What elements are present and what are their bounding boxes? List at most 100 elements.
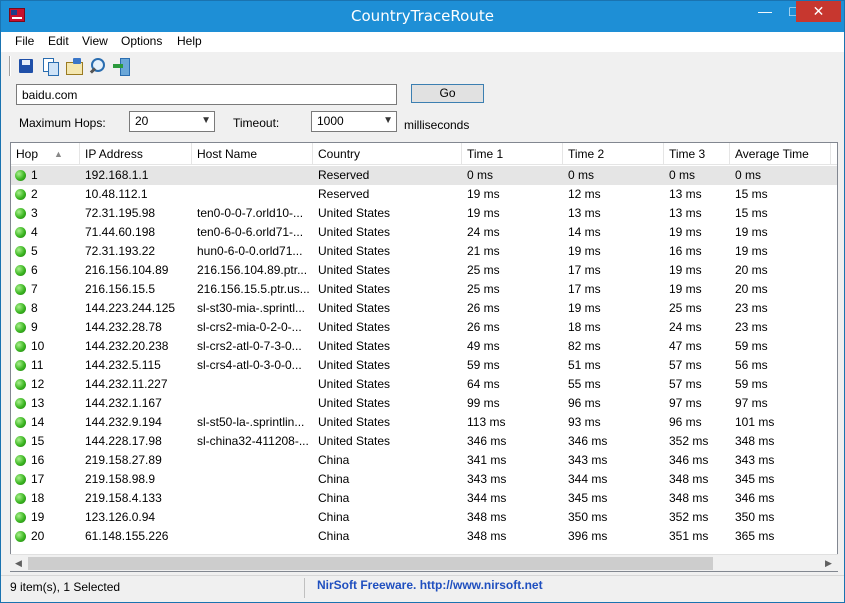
column-header-time3[interactable]: Time 3 [664,143,730,165]
menu-view[interactable]: View [82,34,108,48]
cell-average-time: 59 ms [735,339,768,353]
cell-host-name: ten0-0-0-7.orld10-... [197,206,304,220]
cell-ip-address: 144.223.244.125 [85,301,176,315]
cell-time-3: 346 ms [669,453,709,467]
cell-time-3: 96 ms [669,415,702,429]
cell-ip-address: 144.228.17.98 [85,434,162,448]
cell-hop-number: 10 [31,339,45,353]
cell-hop-number: 7 [31,282,38,296]
close-button[interactable]: ✕ [796,1,841,22]
table-row[interactable]: 10 144.232.20.238 sl-crs2-atl-0-7-3-0... Un… [11,337,837,356]
nirsoft-link[interactable]: NirSoft Freeware. http://www.nirsoft.net [317,578,543,592]
horizontal-scrollbar[interactable]: ◀ ▶ [10,554,838,571]
cell-time-2: 17 ms [568,282,601,296]
cell-time-2: 12 ms [568,187,601,201]
app-window: CountryTraceRoute — □ ✕ File Edit View O… [0,0,845,603]
column-header-time2[interactable]: Time 2 [563,143,664,165]
cell-country: United States [318,396,391,410]
cell-hop-number: 8 [31,301,38,315]
max-hops-select[interactable]: 20 ▼ [129,111,215,132]
cell-time-2: 396 ms [568,529,608,543]
cell-country: United States [318,377,391,391]
cell-host-name [192,185,313,204]
table-row[interactable]: 14 144.232.9.194 sl-st50-la-.sprintlin... U… [11,413,837,432]
cell-time-2: 343 ms [568,453,608,467]
exit-icon[interactable] [112,57,130,76]
timeout-select[interactable]: 1000 ▼ [311,111,397,132]
cell-host-name [192,451,313,470]
menu-edit[interactable]: Edit [48,34,69,48]
column-header-overflow[interactable] [831,143,837,165]
cell-country: China [318,510,350,524]
menu-file[interactable]: File [15,34,34,48]
scroll-right-icon[interactable]: ▶ [820,555,837,572]
cell-ip-address: 144.232.9.194 [85,415,162,429]
cell-average-time: 345 ms [735,472,775,486]
cell-time-1: 26 ms [467,301,500,315]
cell-country: United States [318,415,391,429]
cell-ip-address: 61.148.155.226 [85,529,169,543]
find-icon[interactable] [88,57,106,75]
hops-list[interactable]: Hop ▲ IP Address Host Name Country Time … [10,142,838,572]
cell-country: United States [318,320,391,334]
column-header-country[interactable]: Country [313,143,462,165]
table-row[interactable]: 16 219.158.27.89 China 341 ms 343 ms 346 ms 34… [11,451,837,470]
column-header-ip[interactable]: IP Address [80,143,192,165]
cell-average-time: 19 ms [735,225,768,239]
table-row[interactable]: 15 144.228.17.98 sl-china32-411208-... Unit… [11,432,837,451]
column-header-hostname[interactable]: Host Name [192,143,313,165]
menu-help[interactable]: Help [177,34,202,48]
table-row[interactable]: 3 72.31.195.98 ten0-0-0-7.orld10-... United… [11,204,837,223]
cell-country: United States [318,263,391,277]
cell-host-name [192,508,313,527]
cell-average-time: 56 ms [735,358,768,372]
cell-time-1: 24 ms [467,225,500,239]
table-row[interactable]: 13 144.232.1.167 United States 99 ms 96 ms 97… [11,394,837,413]
cell-time-2: 345 ms [568,491,608,505]
table-row[interactable]: 2 10.48.112.1 Reserved 19 ms 12 ms 13 ms 15 ms [11,185,837,204]
cell-ip-address: 216.156.104.89 [85,263,169,277]
go-button[interactable]: Go [411,84,484,103]
menu-options[interactable]: Options [121,34,162,48]
table-row[interactable]: 1 192.168.1.1 Reserved 0 ms 0 ms 0 ms 0 ms [11,166,837,185]
table-row[interactable]: 9 144.232.28.78 sl-crs2-mia-0-2-0-... Unite… [11,318,837,337]
cell-country: United States [318,206,391,220]
scroll-left-icon[interactable]: ◀ [10,555,27,572]
cell-time-2: 350 ms [568,510,608,524]
cell-time-3: 348 ms [669,472,709,486]
column-header-average[interactable]: Average Time [730,143,831,165]
cell-country: China [318,529,350,543]
cell-time-1: 113 ms [467,415,506,429]
table-row[interactable]: 18 219.158.4.133 China 344 ms 345 ms 348 ms 34… [11,489,837,508]
table-row[interactable]: 20 61.148.155.226 China 348 ms 396 ms 351 ms 3… [11,527,837,546]
copy-icon[interactable] [41,57,59,76]
cell-country: Reserved [318,168,370,182]
column-header-time1[interactable]: Time 1 [462,143,563,165]
minimize-button[interactable]: — [750,1,780,22]
table-row[interactable]: 11 144.232.5.115 sl-crs4-atl-0-3-0-0... Uni… [11,356,837,375]
cell-time-3: 19 ms [669,225,702,239]
column-header-hop[interactable]: Hop ▲ [11,143,80,165]
window-title: CountryTraceRoute [351,7,494,25]
table-row[interactable]: 7 216.156.15.5 216.156.15.5.ptr.us... Unite… [11,280,837,299]
cell-time-1: 344 ms [467,491,507,505]
cell-average-time: 0 ms [735,168,762,182]
cell-country: United States [318,282,391,296]
cell-ip-address: 71.44.60.198 [85,225,156,239]
host-input[interactable] [16,84,397,105]
status-separator [304,578,305,598]
scrollbar-thumb[interactable] [28,557,713,570]
table-row[interactable]: 6 216.156.104.89 216.156.104.89.ptr... Unit… [11,261,837,280]
save-icon[interactable] [17,57,35,75]
cell-country: China [318,472,350,486]
table-row[interactable]: 12 144.232.11.227 United States 64 ms 55 ms 5… [11,375,837,394]
table-row[interactable]: 4 71.44.60.198 ten0-6-0-6.orld71-... United… [11,223,837,242]
title-bar[interactable]: CountryTraceRoute — □ ✕ [1,1,844,32]
cell-hop-number: 16 [31,453,45,467]
list-header: Hop ▲ IP Address Host Name Country Time … [11,143,837,165]
table-row[interactable]: 17 219.158.98.9 China 343 ms 344 ms 348 ms 345… [11,470,837,489]
table-row[interactable]: 19 123.126.0.94 China 348 ms 350 ms 352 ms 350… [11,508,837,527]
table-row[interactable]: 5 72.31.193.22 hun0-6-0-0.orld71... United … [11,242,837,261]
properties-icon[interactable] [65,57,83,75]
table-row[interactable]: 8 144.223.244.125 sl-st30-mia-.sprintl... U… [11,299,837,318]
